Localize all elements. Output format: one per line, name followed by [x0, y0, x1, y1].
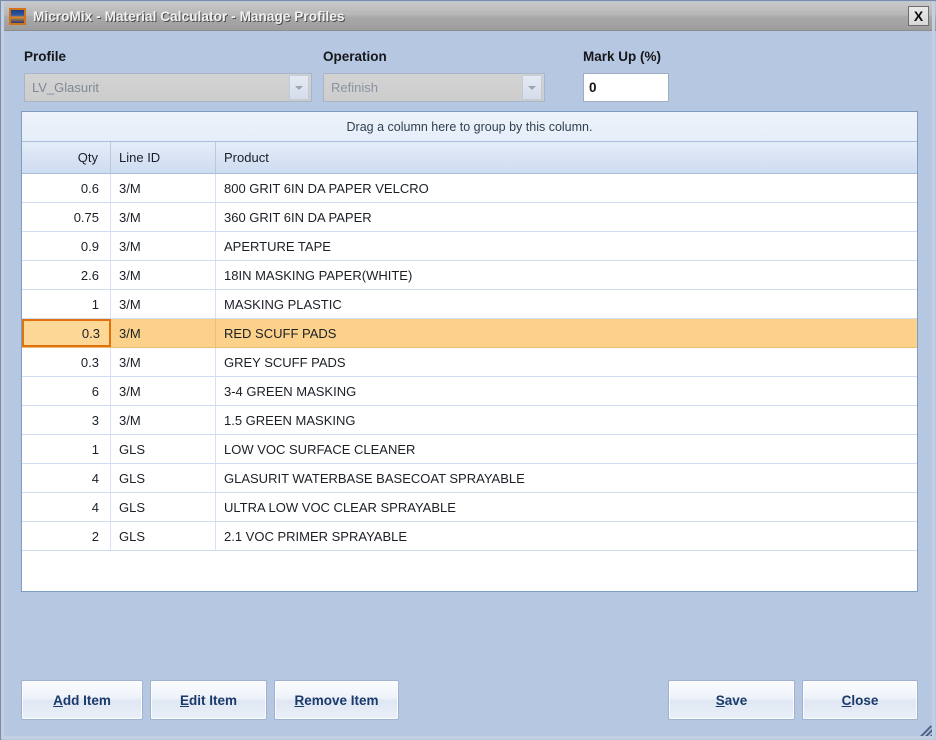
manage-profiles-window: MicroMix - Material Calculator - Manage … [0, 0, 936, 740]
cell-qty[interactable]: 0.3 [22, 319, 111, 347]
operation-value: Refinish [331, 80, 378, 95]
cell-product[interactable]: 2.1 VOC PRIMER SPRAYABLE [216, 522, 917, 550]
table-row[interactable]: 4 GLS ULTRA LOW VOC CLEAR SPRAYABLE [22, 493, 917, 522]
cell-lineid[interactable]: GLS [111, 493, 216, 521]
chevron-down-icon[interactable] [289, 75, 309, 100]
window-title: MicroMix - Material Calculator - Manage … [33, 8, 345, 24]
add-item-button[interactable]: Add Item [21, 680, 143, 720]
table-row[interactable]: 6 3/M 3-4 GREEN MASKING [22, 377, 917, 406]
grid-rows: 0.6 3/M 800 GRIT 6IN DA PAPER VELCRO 0.75 3/… [22, 174, 917, 551]
remove-item-accel: R [294, 692, 305, 708]
grid-header-row: Qty Line ID Product [22, 142, 917, 174]
cell-product[interactable]: GREY SCUFF PADS [216, 348, 917, 376]
edit-item-button[interactable]: Edit Item [150, 680, 267, 720]
remove-item-label: emove Item [304, 692, 379, 708]
cell-lineid[interactable]: GLS [111, 435, 216, 463]
save-accel: S [715, 692, 725, 708]
markup-label: Mark Up (%) [583, 49, 662, 64]
cell-product[interactable]: LOW VOC SURFACE CLEANER [216, 435, 917, 463]
cell-product[interactable]: 1.5 GREEN MASKING [216, 406, 917, 434]
cell-qty[interactable]: 0.75 [22, 203, 111, 231]
close-button[interactable]: Close [802, 680, 918, 720]
table-row[interactable]: 1 3/M MASKING PLASTIC [22, 290, 917, 319]
cell-product[interactable]: MASKING PLASTIC [216, 290, 917, 318]
save-button[interactable]: Save [668, 680, 795, 720]
close-accel: C [841, 692, 852, 708]
profile-value: LV_Glasurit [32, 80, 99, 95]
profile-label: Profile [24, 49, 67, 64]
cell-qty[interactable]: 0.3 [22, 348, 111, 376]
edit-item-accel: E [179, 692, 189, 708]
cell-lineid[interactable]: 3/M [111, 290, 216, 318]
table-row[interactable]: 0.6 3/M 800 GRIT 6IN DA PAPER VELCRO [22, 174, 917, 203]
cell-lineid[interactable]: 3/M [111, 348, 216, 376]
cell-qty[interactable]: 2.6 [22, 261, 111, 289]
table-row[interactable]: 0.9 3/M APERTURE TAPE [22, 232, 917, 261]
column-header-qty[interactable]: Qty [22, 142, 111, 173]
cell-lineid[interactable]: 3/M [111, 319, 216, 347]
chevron-down-glyph [528, 85, 536, 90]
cell-lineid[interactable]: GLS [111, 464, 216, 492]
cell-qty[interactable]: 6 [22, 377, 111, 405]
cell-product[interactable]: 360 GRIT 6IN DA PAPER [216, 203, 917, 231]
table-row[interactable]: 4 GLS GLASURIT WATERBASE BASECOAT SPRAYABL… [22, 464, 917, 493]
cell-qty[interactable]: 1 [22, 435, 111, 463]
cell-qty[interactable]: 4 [22, 493, 111, 521]
profile-dropdown[interactable]: LV_Glasurit [24, 73, 312, 102]
cell-lineid[interactable]: 3/M [111, 174, 216, 202]
edit-item-label: dit Item [189, 692, 238, 708]
column-header-product[interactable]: Product [216, 142, 917, 173]
add-item-accel: A [53, 692, 63, 708]
cell-qty[interactable]: 1 [22, 290, 111, 318]
cell-lineid[interactable]: 3/M [111, 232, 216, 260]
operation-label: Operation [323, 49, 387, 64]
remove-item-button[interactable]: Remove Item [274, 680, 399, 720]
cell-lineid[interactable]: 3/M [111, 203, 216, 231]
group-by-panel[interactable]: Drag a column here to group by this colu… [22, 112, 917, 142]
micromix-app-icon [9, 7, 26, 25]
table-row[interactable]: 1 GLS LOW VOC SURFACE CLEANER [22, 435, 917, 464]
cell-product[interactable]: 800 GRIT 6IN DA PAPER VELCRO [216, 174, 917, 202]
table-row[interactable]: 0.75 3/M 360 GRIT 6IN DA PAPER [22, 203, 917, 232]
resize-grip[interactable] [918, 722, 934, 738]
column-header-line-id[interactable]: Line ID [111, 142, 216, 173]
table-row[interactable]: 2 GLS 2.1 VOC PRIMER SPRAYABLE [22, 522, 917, 551]
table-row[interactable]: 0.3 3/M RED SCUFF PADS [22, 319, 917, 348]
chevron-down-icon[interactable] [522, 75, 542, 100]
cell-product[interactable]: GLASURIT WATERBASE BASECOAT SPRAYABLE [216, 464, 917, 492]
close-icon[interactable]: X [908, 6, 929, 26]
cell-lineid[interactable]: GLS [111, 522, 216, 550]
table-row[interactable]: 2.6 3/M 18IN MASKING PAPER(WHITE) [22, 261, 917, 290]
close-label: lose [851, 692, 879, 708]
products-grid: Drag a column here to group by this colu… [21, 111, 918, 592]
group-by-hint: Drag a column here to group by this colu… [346, 119, 593, 134]
cell-product[interactable]: RED SCUFF PADS [216, 319, 917, 347]
save-label: ave [724, 692, 748, 708]
table-row[interactable]: 3 3/M 1.5 GREEN MASKING [22, 406, 917, 435]
operation-dropdown[interactable]: Refinish [323, 73, 545, 102]
cell-qty[interactable]: 4 [22, 464, 111, 492]
title-bar: MicroMix - Material Calculator - Manage … [2, 2, 936, 31]
cell-qty[interactable]: 2 [22, 522, 111, 550]
cell-lineid[interactable]: 3/M [111, 377, 216, 405]
cell-product[interactable]: ULTRA LOW VOC CLEAR SPRAYABLE [216, 493, 917, 521]
chevron-down-glyph [295, 85, 303, 90]
cell-lineid[interactable]: 3/M [111, 261, 216, 289]
cell-product[interactable]: 18IN MASKING PAPER(WHITE) [216, 261, 917, 289]
add-item-label: dd Item [62, 692, 111, 708]
table-row[interactable]: 0.3 3/M GREY SCUFF PADS [22, 348, 917, 377]
cell-product[interactable]: 3-4 GREEN MASKING [216, 377, 917, 405]
cell-qty[interactable]: 0.9 [22, 232, 111, 260]
cell-lineid[interactable]: 3/M [111, 406, 216, 434]
cell-qty[interactable]: 3 [22, 406, 111, 434]
cell-qty[interactable]: 0.6 [22, 174, 111, 202]
client-area: Profile Operation Mark Up (%) LV_Glasuri… [2, 31, 936, 740]
markup-input[interactable] [583, 73, 669, 102]
cell-product[interactable]: APERTURE TAPE [216, 232, 917, 260]
